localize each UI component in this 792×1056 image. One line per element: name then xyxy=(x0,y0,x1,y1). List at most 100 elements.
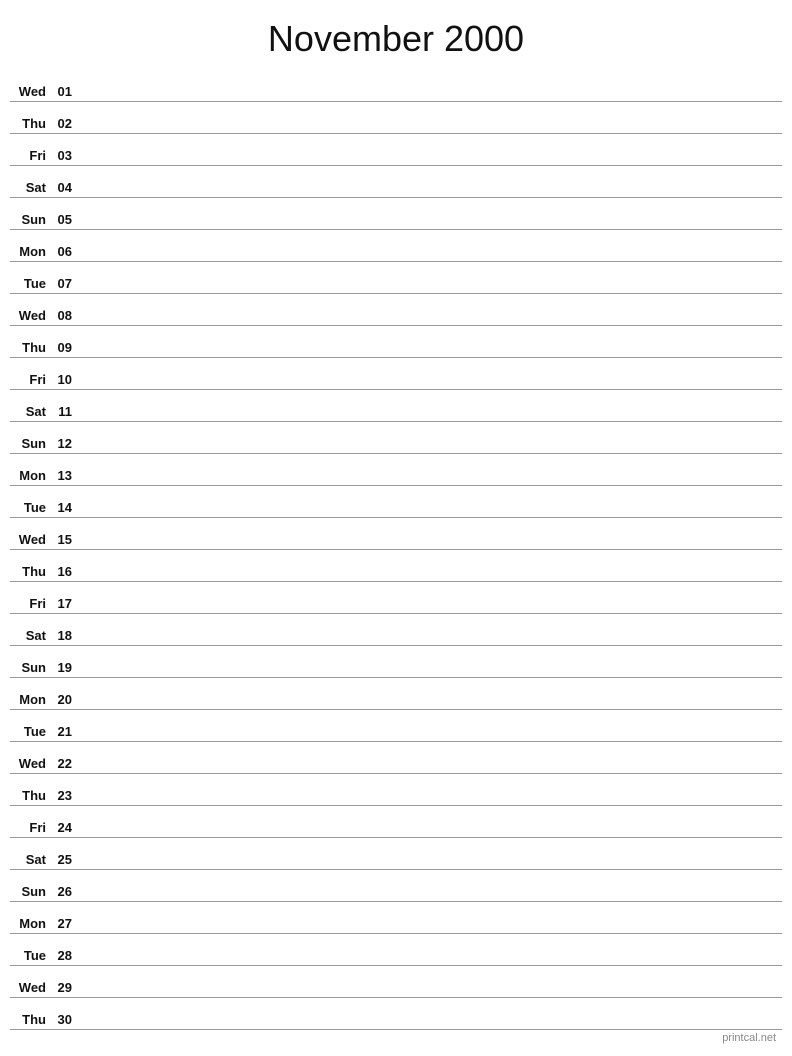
day-row: Sun12 xyxy=(10,422,782,454)
day-line xyxy=(80,226,782,227)
day-line xyxy=(80,322,782,323)
day-name: Sun xyxy=(10,212,50,227)
day-number: 13 xyxy=(50,468,80,483)
day-name: Wed xyxy=(10,308,50,323)
day-name: Sat xyxy=(10,180,50,195)
day-number: 14 xyxy=(50,500,80,515)
day-number: 29 xyxy=(50,980,80,995)
footer-text: printcal.net xyxy=(722,1032,776,1044)
day-number: 17 xyxy=(50,596,80,611)
day-row: Sun05 xyxy=(10,198,782,230)
day-name: Thu xyxy=(10,116,50,131)
day-line xyxy=(80,802,782,803)
day-row: Wed08 xyxy=(10,294,782,326)
day-line xyxy=(80,610,782,611)
day-number: 04 xyxy=(50,180,80,195)
day-name: Sat xyxy=(10,404,50,419)
day-row: Mon27 xyxy=(10,902,782,934)
day-number: 28 xyxy=(50,948,80,963)
day-name: Thu xyxy=(10,1012,50,1027)
day-number: 27 xyxy=(50,916,80,931)
day-line xyxy=(80,706,782,707)
day-number: 22 xyxy=(50,756,80,771)
day-row: Thu30 xyxy=(10,998,782,1030)
day-row: Tue28 xyxy=(10,934,782,966)
day-name: Fri xyxy=(10,820,50,835)
day-row: Thu23 xyxy=(10,774,782,806)
day-row: Sun19 xyxy=(10,646,782,678)
day-line xyxy=(80,130,782,131)
calendar-container: Wed01Thu02Fri03Sat04Sun05Mon06Tue07Wed08… xyxy=(0,70,792,1030)
day-name: Tue xyxy=(10,724,50,739)
day-name: Wed xyxy=(10,84,50,99)
day-line xyxy=(80,386,782,387)
day-name: Mon xyxy=(10,468,50,483)
day-line xyxy=(80,930,782,931)
day-number: 26 xyxy=(50,884,80,899)
day-row: Thu16 xyxy=(10,550,782,582)
day-name: Tue xyxy=(10,276,50,291)
day-line xyxy=(80,738,782,739)
day-line xyxy=(80,770,782,771)
day-line xyxy=(80,1026,782,1027)
day-line xyxy=(80,866,782,867)
day-line xyxy=(80,98,782,99)
day-number: 24 xyxy=(50,820,80,835)
day-line xyxy=(80,162,782,163)
day-line xyxy=(80,482,782,483)
day-name: Wed xyxy=(10,980,50,995)
day-name: Sat xyxy=(10,628,50,643)
day-number: 01 xyxy=(50,84,80,99)
day-line xyxy=(80,354,782,355)
day-row: Sat11 xyxy=(10,390,782,422)
day-row: Thu09 xyxy=(10,326,782,358)
day-line xyxy=(80,450,782,451)
day-number: 11 xyxy=(50,404,80,419)
day-number: 16 xyxy=(50,564,80,579)
day-name: Sun xyxy=(10,436,50,451)
day-name: Mon xyxy=(10,692,50,707)
page-title: November 2000 xyxy=(0,0,792,70)
day-name: Mon xyxy=(10,916,50,931)
day-name: Wed xyxy=(10,756,50,771)
day-number: 06 xyxy=(50,244,80,259)
day-number: 18 xyxy=(50,628,80,643)
day-number: 15 xyxy=(50,532,80,547)
day-row: Sat18 xyxy=(10,614,782,646)
day-row: Wed15 xyxy=(10,518,782,550)
day-line xyxy=(80,514,782,515)
day-row: Tue14 xyxy=(10,486,782,518)
day-number: 07 xyxy=(50,276,80,291)
day-name: Fri xyxy=(10,148,50,163)
day-row: Fri17 xyxy=(10,582,782,614)
day-number: 20 xyxy=(50,692,80,707)
day-row: Fri03 xyxy=(10,134,782,166)
day-row: Mon20 xyxy=(10,678,782,710)
day-name: Thu xyxy=(10,564,50,579)
day-line xyxy=(80,834,782,835)
day-row: Sat25 xyxy=(10,838,782,870)
day-number: 09 xyxy=(50,340,80,355)
day-number: 25 xyxy=(50,852,80,867)
day-row: Sat04 xyxy=(10,166,782,198)
day-name: Sat xyxy=(10,852,50,867)
day-line xyxy=(80,290,782,291)
day-number: 03 xyxy=(50,148,80,163)
day-row: Thu02 xyxy=(10,102,782,134)
day-row: Fri10 xyxy=(10,358,782,390)
day-name: Tue xyxy=(10,948,50,963)
day-row: Fri24 xyxy=(10,806,782,838)
day-row: Wed22 xyxy=(10,742,782,774)
day-number: 08 xyxy=(50,308,80,323)
day-line xyxy=(80,546,782,547)
day-line xyxy=(80,962,782,963)
day-row: Mon13 xyxy=(10,454,782,486)
day-name: Thu xyxy=(10,788,50,803)
day-line xyxy=(80,258,782,259)
day-number: 12 xyxy=(50,436,80,451)
day-number: 05 xyxy=(50,212,80,227)
day-row: Tue07 xyxy=(10,262,782,294)
day-row: Mon06 xyxy=(10,230,782,262)
day-row: Wed29 xyxy=(10,966,782,998)
day-name: Mon xyxy=(10,244,50,259)
